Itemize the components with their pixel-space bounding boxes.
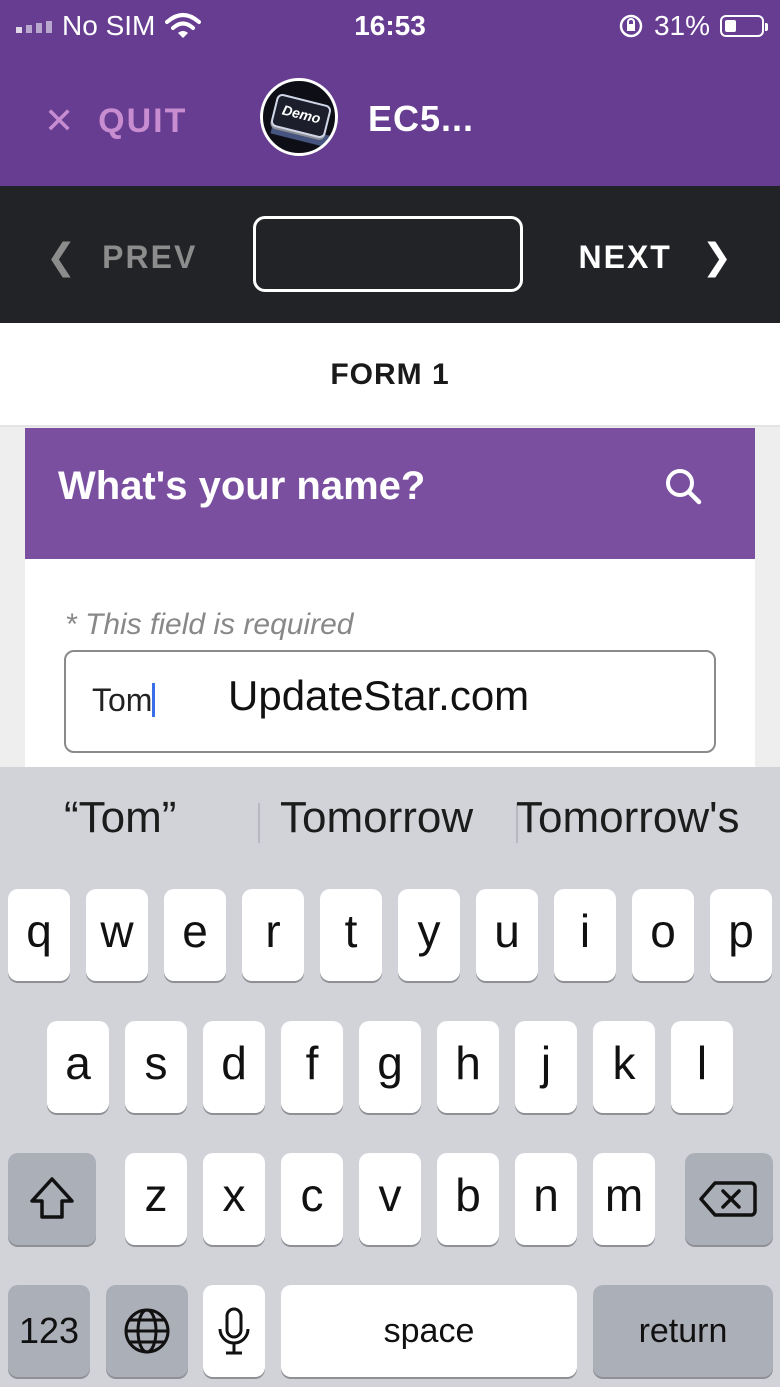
key-a-label: a: [65, 1037, 91, 1089]
microphone-key[interactable]: [203, 1285, 265, 1377]
key-n-label: n: [533, 1169, 559, 1221]
chevron-right-icon: ❯: [701, 236, 734, 277]
suggestion-bar: “Tom” Tomorrow Tomorrow's: [0, 767, 780, 879]
key-g[interactable]: g: [359, 1021, 421, 1113]
search-icon[interactable]: [663, 466, 703, 506]
key-f[interactable]: f: [281, 1021, 343, 1113]
app-title: EC5...: [368, 98, 475, 139]
key-b[interactable]: b: [437, 1153, 499, 1245]
key-y[interactable]: y: [398, 889, 460, 981]
question-header: What's your name?: [25, 428, 755, 559]
orientation-lock-icon: [619, 14, 643, 38]
prev-label: PREV: [102, 238, 198, 275]
quit-label: QUIT: [98, 101, 188, 140]
key-l-label: l: [696, 1037, 708, 1089]
key-l[interactable]: l: [671, 1021, 733, 1113]
key-n[interactable]: n: [515, 1153, 577, 1245]
return-key-label: return: [638, 1312, 728, 1350]
key-q[interactable]: q: [8, 889, 70, 981]
globe-icon: [124, 1308, 170, 1354]
suggestion-item[interactable]: Tomorrow: [280, 793, 473, 843]
key-z-label: z: [144, 1169, 168, 1221]
return-key[interactable]: return: [593, 1285, 773, 1377]
key-y-label: y: [417, 905, 441, 957]
globe-key[interactable]: [106, 1285, 188, 1377]
key-b-label: b: [455, 1169, 481, 1221]
suggestion-item[interactable]: Tomorrow's: [516, 793, 766, 843]
status-bar: No SIM 16:53 31%: [0, 0, 780, 52]
key-w-label: w: [100, 905, 134, 957]
key-r-label: r: [265, 905, 281, 957]
key-d[interactable]: d: [203, 1021, 265, 1113]
backspace-key[interactable]: [685, 1153, 773, 1245]
microphone-icon: [218, 1307, 250, 1355]
key-u-label: u: [494, 905, 520, 957]
key-q-label: q: [26, 905, 52, 957]
key-r[interactable]: r: [242, 889, 304, 981]
key-h-label: h: [455, 1037, 481, 1089]
key-j[interactable]: j: [515, 1021, 577, 1113]
key-j-label: j: [540, 1037, 552, 1089]
key-c-label: c: [300, 1169, 324, 1221]
backspace-icon: [699, 1181, 757, 1217]
key-e-label: e: [182, 905, 208, 957]
key-v[interactable]: v: [359, 1153, 421, 1245]
key-m[interactable]: m: [593, 1153, 655, 1245]
chevron-left-icon: ❮: [46, 236, 79, 277]
key-a[interactable]: a: [47, 1021, 109, 1113]
text-caret: [152, 683, 156, 717]
key-f-label: f: [305, 1037, 319, 1089]
key-i-label: i: [579, 905, 591, 957]
form-title: FORM 1: [0, 323, 780, 427]
key-w[interactable]: w: [86, 889, 148, 981]
next-button[interactable]: NEXT ❯: [578, 236, 734, 278]
space-key[interactable]: space: [281, 1285, 577, 1377]
shift-key[interactable]: [8, 1153, 96, 1245]
key-m-label: m: [604, 1169, 644, 1221]
key-o-label: o: [650, 905, 676, 957]
numbers-key[interactable]: 123: [8, 1285, 90, 1377]
battery-percent: 31%: [653, 10, 710, 41]
key-d-label: d: [221, 1037, 247, 1089]
required-note: * This field is required: [65, 608, 354, 641]
app-header: No SIM 16:53 31% ✕ QUIT Demo EC5...: [0, 0, 780, 186]
key-o[interactable]: o: [632, 889, 694, 981]
key-c[interactable]: c: [281, 1153, 343, 1245]
key-v-label: v: [378, 1169, 402, 1221]
key-x-label: x: [222, 1169, 246, 1221]
key-z[interactable]: z: [125, 1153, 187, 1245]
battery-icon: [720, 15, 768, 37]
key-u[interactable]: u: [476, 889, 538, 981]
key-s-label: s: [144, 1037, 168, 1089]
key-p-label: p: [728, 905, 754, 957]
next-label: NEXT: [578, 238, 672, 275]
numbers-key-label: 123: [18, 1310, 80, 1351]
key-h[interactable]: h: [437, 1021, 499, 1113]
key-s[interactable]: s: [125, 1021, 187, 1113]
key-p[interactable]: p: [710, 889, 772, 981]
quit-button[interactable]: ✕ QUIT: [44, 100, 187, 142]
key-i[interactable]: i: [554, 889, 616, 981]
app-avatar: Demo: [260, 78, 338, 156]
key-g-label: g: [377, 1037, 403, 1089]
watermark: UpdateStar.com: [228, 672, 530, 719]
key-x[interactable]: x: [203, 1153, 265, 1245]
key-e[interactable]: e: [164, 889, 226, 981]
key-t[interactable]: t: [320, 889, 382, 981]
prev-button[interactable]: ❮ PREV: [46, 236, 197, 278]
space-key-label: space: [383, 1312, 475, 1350]
key-t-label: t: [344, 905, 358, 957]
page-jump-field[interactable]: [253, 216, 523, 292]
key-k[interactable]: k: [593, 1021, 655, 1113]
suggestion-item[interactable]: “Tom”: [64, 793, 176, 843]
shift-icon: [30, 1177, 74, 1219]
name-input-value: Tom: [92, 682, 153, 718]
keyboard: “Tom” Tomorrow Tomorrow's qwe r t y u i op a s d f…: [0, 767, 780, 1387]
key-k-label: k: [612, 1037, 636, 1089]
close-icon: ✕: [44, 100, 77, 141]
question-title: What's your name?: [58, 464, 426, 508]
